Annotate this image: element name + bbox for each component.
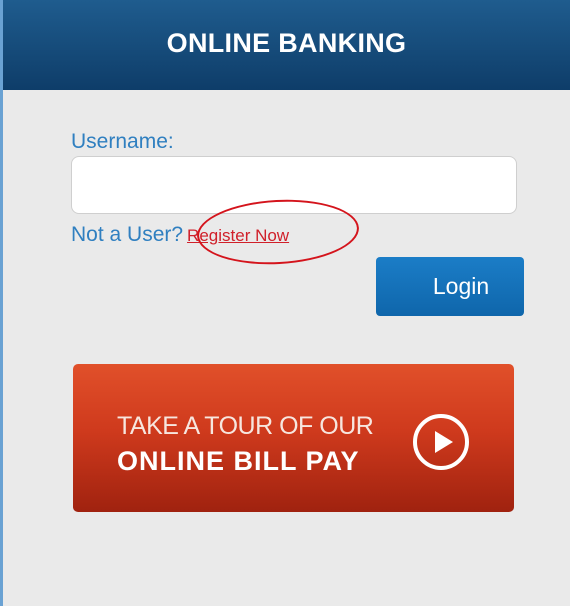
register-now-link[interactable]: Register Now xyxy=(187,226,289,245)
username-input[interactable] xyxy=(71,156,517,214)
panel-header: ONLINE BANKING xyxy=(3,0,570,90)
bill-pay-tour-banner[interactable]: TAKE A TOUR OF OUR ONLINE BILL PAY xyxy=(73,364,514,512)
login-button[interactable]: Login xyxy=(376,257,524,316)
login-button-label: Login xyxy=(432,273,490,299)
not-user-row: Not a User? Register Now xyxy=(71,223,289,247)
username-label: Username: xyxy=(71,130,174,153)
online-banking-panel: ONLINE BANKING Username: Not a User? Regi… xyxy=(0,0,570,606)
play-circle-icon[interactable] xyxy=(411,412,471,472)
tour-line-1: TAKE A TOUR OF OUR xyxy=(117,412,374,440)
tour-line-2: ONLINE BILL PAY xyxy=(117,446,360,476)
panel-title: ONLINE BANKING xyxy=(166,28,407,58)
not-user-text: Not a User? xyxy=(71,223,184,246)
